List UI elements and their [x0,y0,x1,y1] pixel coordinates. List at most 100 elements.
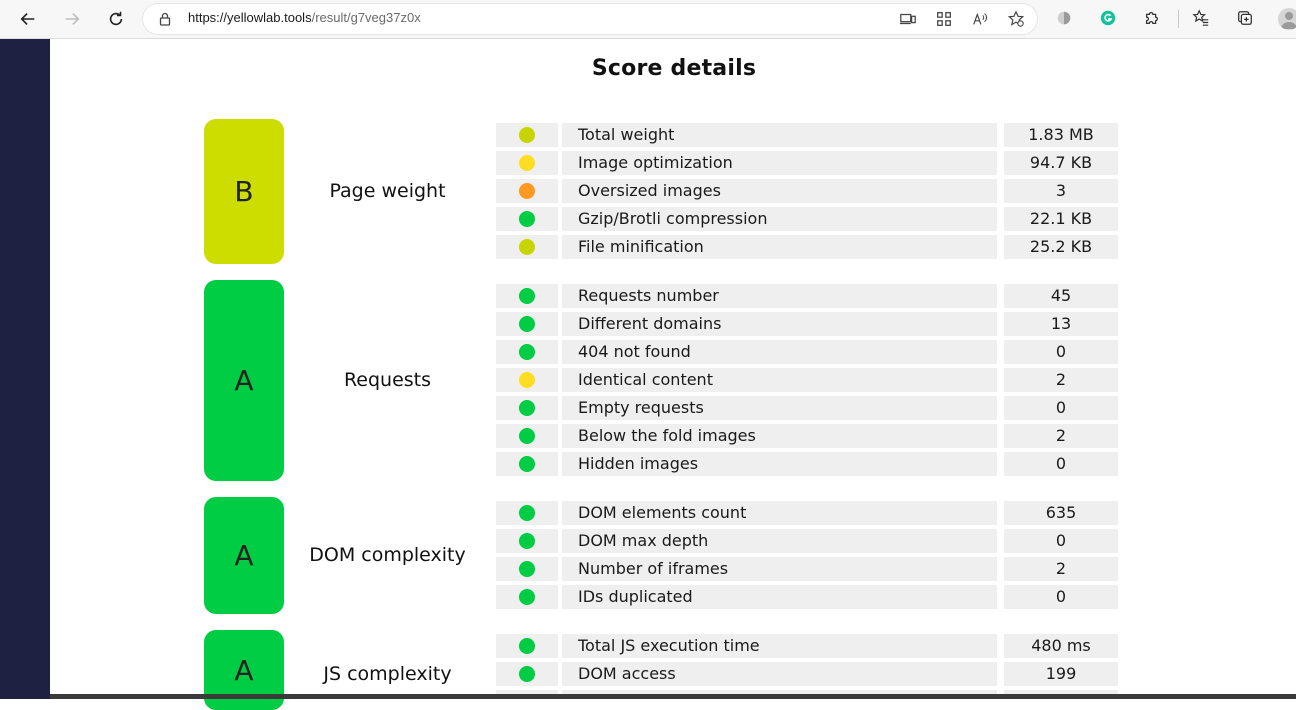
rule-value: 2 [1004,557,1118,581]
rule-row[interactable]: DOM access 199 [496,662,1118,686]
lock-icon[interactable] [157,11,173,27]
rule-name: Identical content [578,370,713,389]
refresh-icon[interactable] [102,5,130,33]
rule-value: 0 [1004,585,1118,609]
rule-value: 94.7 KB [1004,151,1118,175]
status-dot [519,211,535,227]
back-arrow-icon[interactable] [14,5,42,33]
rule-value: 199 [1004,662,1118,686]
rule-value: 635 [1004,501,1118,525]
favorite-star-icon[interactable] [1007,10,1027,30]
toolbar-divider [1178,10,1179,28]
rule-row[interactable]: File minification 25.2 KB [496,235,1118,259]
status-dot [519,316,535,332]
rule-row[interactable]: IDs duplicated 0 [496,585,1118,609]
status-dot [519,183,535,199]
rule-value: 3 [1004,179,1118,203]
rule-value: 2 [1004,368,1118,392]
extensions-puzzle-icon[interactable] [1143,9,1163,29]
status-dot [519,589,535,605]
rule-name: Oversized images [578,181,721,200]
bottom-scroll-edge [50,694,1296,699]
favorites-icon[interactable] [1192,9,1212,29]
status-dot [519,505,535,521]
rule-value: 45 [1004,284,1118,308]
status-dot [519,561,535,577]
rule-row[interactable]: Oversized images 3 [496,179,1118,203]
rule-name: Hidden images [578,454,699,473]
rule-value: 22.1 KB [1004,207,1118,231]
rule-row[interactable]: Different domains 13 [496,312,1118,336]
profile-avatar-icon[interactable] [1278,8,1296,30]
rule-row[interactable]: Number of iframes 2 [496,557,1118,581]
rule-name: DOM access [578,664,676,683]
extension-icon[interactable] [1055,9,1075,29]
rule-name: Image optimization [578,153,733,172]
left-sidebar [0,39,50,699]
status-dot [519,239,535,255]
rule-value: 480 ms [1004,634,1118,658]
rule-row[interactable]: DOM elements count 635 [496,501,1118,525]
page-title: Score details [591,56,757,81]
status-dot [519,127,535,143]
rule-row[interactable]: Total weight 1.83 MB [496,123,1118,147]
rule-row[interactable]: Identical content 2 [496,368,1118,392]
status-dot [519,428,535,444]
read-aloud-icon[interactable] [971,10,991,30]
rule-value: 0 [1004,452,1118,476]
status-dot [519,400,535,416]
rule-value: 13 [1004,312,1118,336]
forward-arrow-icon[interactable] [58,5,86,33]
rule-name: Total JS execution time [578,636,760,655]
rule-row[interactable]: Total JS execution time 480 ms [496,634,1118,658]
status-dot [519,344,535,360]
rule-name: Different domains [578,314,722,333]
rule-value: 0 [1004,340,1118,364]
status-dot [519,288,535,304]
rule-row[interactable]: Empty requests 0 [496,396,1118,420]
rule-name: IDs duplicated [578,587,693,606]
rule-name: Requests number [578,286,719,305]
rule-row[interactable]: Hidden images 0 [496,452,1118,476]
grade-badge-page-weight: B [204,119,284,264]
rule-name: Gzip/Brotli compression [578,209,768,228]
rule-row[interactable]: Image optimization 94.7 KB [496,151,1118,175]
rule-row[interactable]: Requests number 45 [496,284,1118,308]
rule-name: Empty requests [578,398,704,417]
collections-icon[interactable] [1236,9,1256,29]
rule-value: 0 [1004,529,1118,553]
address-bar[interactable]: https://yellowlab.tools/result/g7veg37z0… [143,4,1037,34]
rule-name: Number of iframes [578,559,729,578]
status-dot [519,666,535,682]
rule-name: Below the fold images [578,426,756,445]
apps-grid-icon[interactable] [935,10,955,30]
rule-value: 0 [1004,396,1118,420]
browser-toolbar: https://yellowlab.tools/result/g7veg37z0… [0,0,1296,39]
category-label-requests[interactable]: Requests [290,369,485,391]
rule-value: 1.83 MB [1004,123,1118,147]
grade-badge-requests: A [204,280,284,481]
rule-name: DOM max depth [578,531,709,550]
status-dot [519,155,535,171]
rule-row[interactable]: DOM max depth 0 [496,529,1118,553]
rule-row[interactable]: Gzip/Brotli compression 22.1 KB [496,207,1118,231]
rule-row[interactable]: Below the fold images 2 [496,424,1118,448]
grammarly-icon[interactable] [1099,9,1119,29]
status-dot [519,456,535,472]
device-icon[interactable] [899,10,919,30]
rule-value: 2 [1004,424,1118,448]
rule-name: DOM elements count [578,503,747,522]
rule-row[interactable]: 404 not found 0 [496,340,1118,364]
url-text[interactable]: https://yellowlab.tools/result/g7veg37z0… [188,10,421,25]
rule-value: 25.2 KB [1004,235,1118,259]
rule-name: File minification [578,237,704,256]
grade-badge-dom-complexity: A [204,497,284,614]
category-label-page-weight[interactable]: Page weight [290,180,485,202]
category-label-js-complexity[interactable]: JS complexity [290,663,485,685]
rule-name: Total weight [578,125,675,144]
rule-name: 404 not found [578,342,691,361]
status-dot [519,372,535,388]
category-label-dom-complexity[interactable]: DOM complexity [290,544,485,566]
status-dot [519,638,535,654]
status-dot [519,533,535,549]
